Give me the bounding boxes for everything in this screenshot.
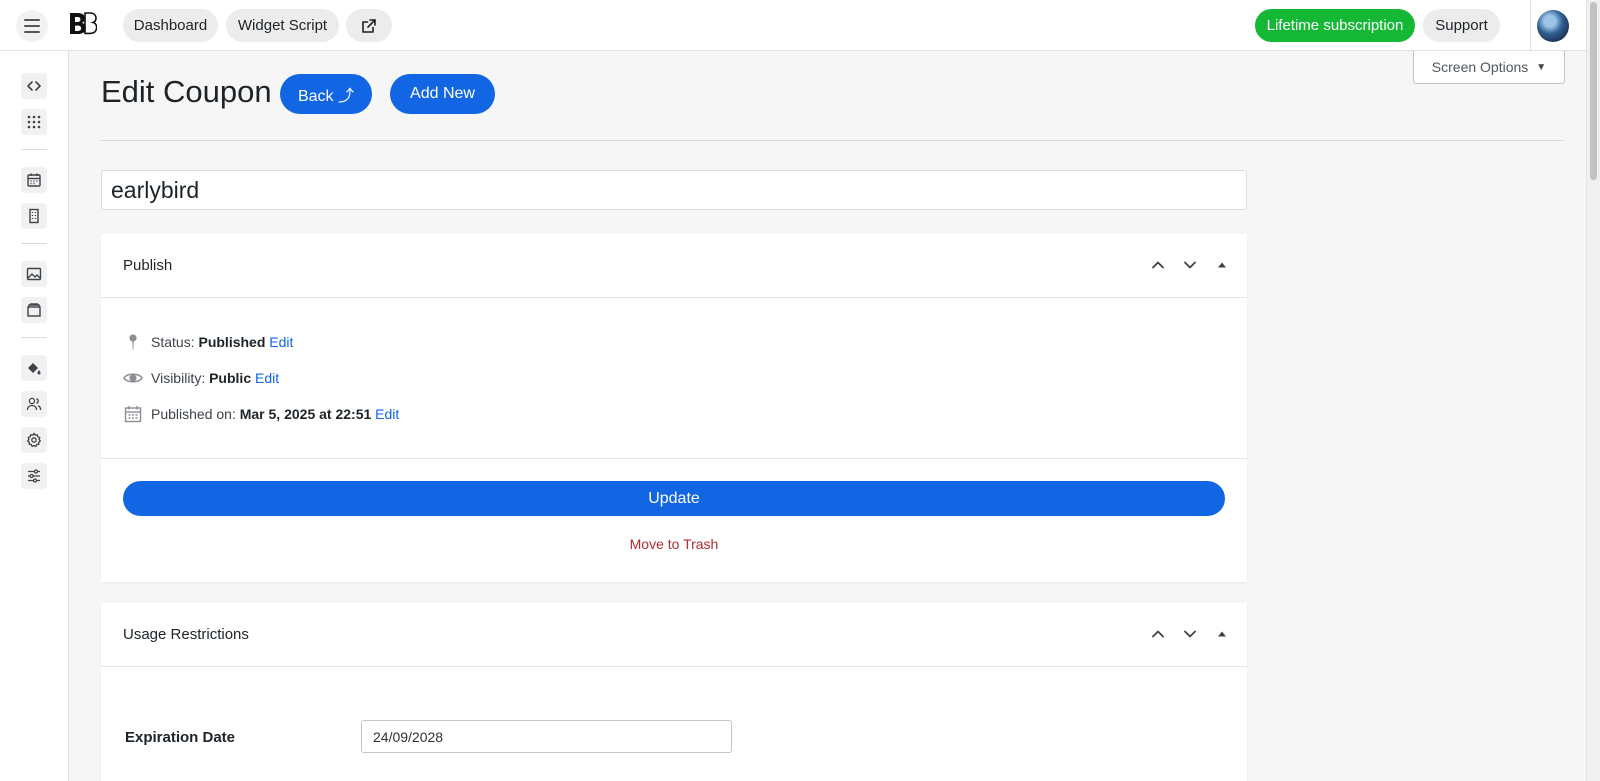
publish-heading: Publish	[123, 257, 173, 274]
building-icon	[29, 208, 39, 224]
collapse-toggle-button[interactable]	[1213, 256, 1231, 274]
code-icon	[27, 81, 41, 91]
users-icon	[26, 397, 42, 411]
sidebar-item-users[interactable]	[21, 391, 47, 417]
expiration-date-label: Expiration Date	[125, 729, 236, 746]
sidebar-item-calendar[interactable]	[21, 167, 47, 193]
sidebar-item-settings[interactable]	[21, 427, 47, 453]
hamburger-line	[24, 19, 40, 21]
sidebar-item-apps[interactable]	[21, 109, 47, 135]
move-to-trash-link: Move to Trash	[101, 536, 1247, 552]
lifetime-subscription-button[interactable]: Lifetime subscription	[1255, 9, 1415, 42]
sidebar-item-archive[interactable]	[21, 297, 47, 323]
visibility-row: Visibility: Public Edit	[123, 368, 279, 388]
user-avatar[interactable]	[1530, 0, 1569, 52]
status-row: Status: Published Edit	[123, 332, 293, 352]
chevron-up-icon	[1152, 261, 1164, 269]
gear-icon	[26, 432, 42, 448]
caret-down-icon: ▼	[1536, 61, 1547, 73]
dashboard-button[interactable]: Dashboard	[123, 9, 218, 42]
published-label: Published on:	[151, 406, 236, 422]
back-button[interactable]: Back ⤴	[280, 74, 372, 114]
sidebar-item-code[interactable]	[21, 73, 47, 99]
chevron-down-icon	[1184, 630, 1196, 638]
visibility-value: Public	[209, 370, 252, 386]
update-button[interactable]: Update	[123, 481, 1225, 516]
chevron-up-icon	[1152, 630, 1164, 638]
top-bar: Dashboard Widget Script Lifetime subscri…	[0, 0, 1586, 52]
visibility-label: Visibility:	[151, 370, 206, 386]
triangle-up-icon	[1218, 262, 1226, 268]
paint-bucket-icon	[28, 363, 41, 375]
edit-visibility-link[interactable]: Edit	[255, 370, 279, 386]
sidebar-item-building[interactable]	[21, 203, 47, 229]
coupon-title-input[interactable]: earlybird	[101, 170, 1247, 210]
sidebar	[0, 51, 69, 781]
edit-published-date-link[interactable]: Edit	[375, 406, 399, 422]
image-icon	[26, 267, 42, 281]
calendar-icon	[123, 404, 143, 424]
usage-restrictions-header[interactable]: Usage Restrictions	[101, 603, 1247, 667]
usage-restrictions-heading: Usage Restrictions	[123, 626, 249, 643]
move-down-button[interactable]	[1181, 256, 1199, 274]
usage-restrictions-box: Usage Restrictions Expiration Date 24/09…	[101, 603, 1247, 781]
move-up-button[interactable]	[1149, 625, 1167, 643]
calendar-icon	[27, 173, 41, 187]
chevron-down-icon	[1184, 261, 1196, 269]
sidebar-item-appearance[interactable]	[21, 355, 47, 381]
menu-toggle-button[interactable]	[16, 10, 48, 42]
header-divider	[101, 140, 1564, 141]
brand-logo[interactable]	[69, 12, 97, 38]
eye-icon	[123, 368, 143, 388]
move-down-button[interactable]	[1181, 625, 1199, 643]
published-value: Mar 5, 2025 at 22:51	[239, 406, 372, 422]
move-to-trash-label[interactable]: Move to Trash	[630, 536, 719, 552]
hamburger-line	[24, 31, 40, 33]
page-scrollbar[interactable]	[1586, 0, 1600, 781]
publish-box-header[interactable]: Publish	[101, 234, 1247, 298]
screen-options-label: Screen Options	[1431, 59, 1529, 75]
status-value: Published	[198, 334, 266, 350]
box-controls	[1149, 256, 1231, 274]
sliders-icon	[28, 469, 40, 483]
page-title: Edit Coupon	[101, 74, 272, 109]
sidebar-divider	[21, 337, 47, 338]
move-up-button[interactable]	[1149, 256, 1167, 274]
sidebar-divider	[21, 243, 47, 244]
sidebar-divider	[21, 149, 47, 150]
archive-icon	[27, 303, 41, 317]
screen-options-button[interactable]: Screen Options ▼	[1413, 51, 1565, 84]
scrollbar-thumb[interactable]	[1590, 2, 1597, 180]
publish-actions-divider	[101, 458, 1247, 459]
external-link-button[interactable]	[346, 9, 392, 42]
widget-script-button[interactable]: Widget Script	[226, 9, 339, 42]
expiration-date-input[interactable]: 24/09/2028	[361, 720, 732, 753]
support-button[interactable]: Support	[1423, 9, 1500, 42]
box-controls	[1149, 625, 1231, 643]
apps-grid-icon	[27, 115, 41, 129]
external-link-icon	[362, 18, 376, 33]
pin-icon	[123, 332, 143, 352]
published-date-row: Published on: Mar 5, 2025 at 22:51 Edit	[123, 404, 399, 424]
triangle-up-icon	[1218, 631, 1226, 637]
edit-status-link[interactable]: Edit	[269, 334, 293, 350]
status-label: Status:	[151, 334, 195, 350]
add-new-button[interactable]: Add New	[390, 74, 495, 114]
sidebar-item-tools[interactable]	[21, 463, 47, 489]
hamburger-line	[24, 25, 40, 27]
sidebar-item-media[interactable]	[21, 261, 47, 287]
collapse-toggle-button[interactable]	[1213, 625, 1231, 643]
publish-box: Publish Status: Published Edit Visibilit…	[101, 234, 1247, 582]
